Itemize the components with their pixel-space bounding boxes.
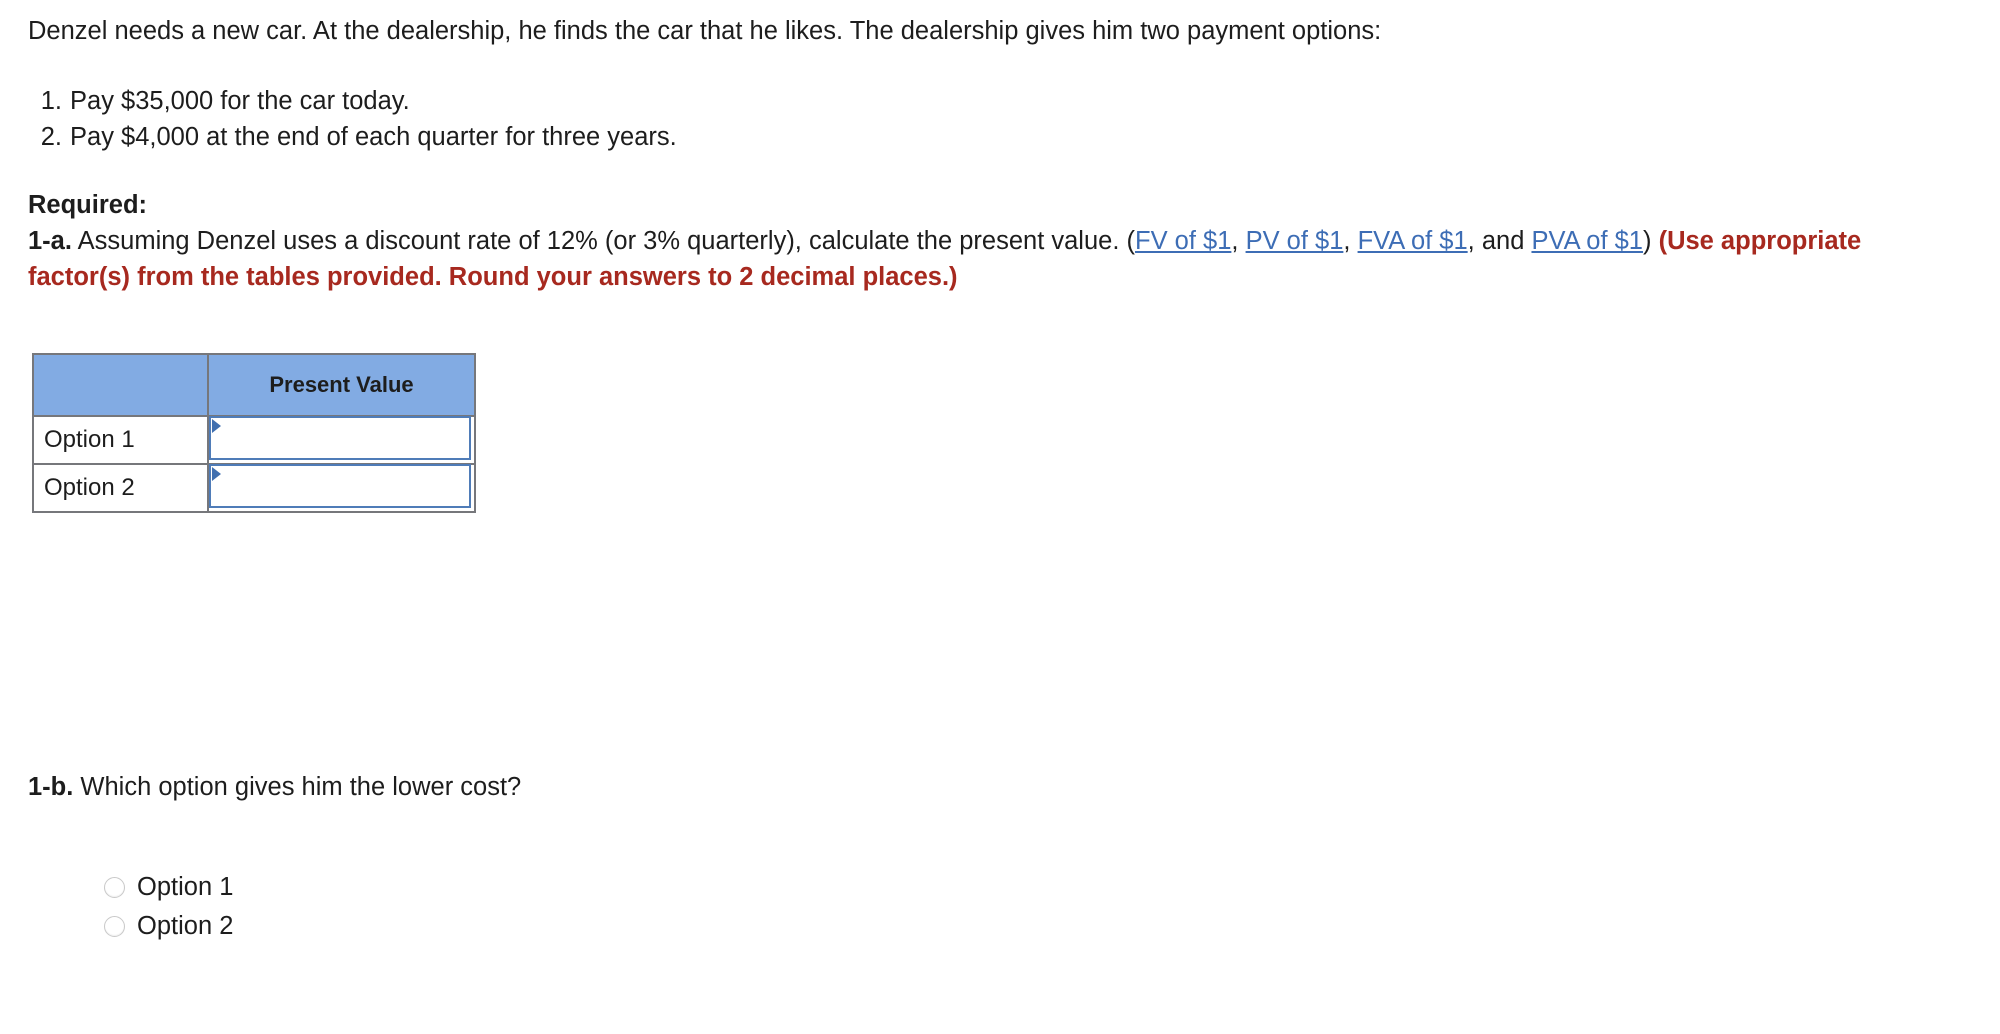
- part-a-label: 1-a.: [28, 227, 72, 255]
- link-separator: ,: [1343, 227, 1358, 255]
- link-separator: , and: [1467, 227, 1532, 255]
- radio-option-1-label: Option 1: [137, 873, 234, 901]
- radio-option-2-label: Option 2: [137, 912, 234, 940]
- present-value-cell-option-2[interactable]: [207, 463, 476, 513]
- part-b-label: 1-b.: [28, 773, 74, 801]
- part-b-text: Which option gives him the lower cost?: [73, 773, 522, 801]
- table-header-row: Present Value: [32, 353, 476, 417]
- payment-options-list: 1. Pay $35,000 for the car today. 2. Pay $…: [28, 83, 677, 155]
- radio-option-1[interactable]: Option 1: [104, 868, 233, 907]
- link-separator: ,: [1231, 227, 1246, 255]
- link-pva-of-1[interactable]: PVA of $1: [1531, 227, 1643, 255]
- radio-circle-icon[interactable]: [104, 877, 125, 898]
- list-item-number: 2.: [40, 123, 62, 151]
- part-a-text-tail: ): [1643, 227, 1659, 255]
- link-fva-of-1[interactable]: FVA of $1: [1358, 227, 1468, 255]
- list-item-number: 1.: [40, 87, 62, 115]
- present-value-answer-table: Present Value Option 1 Option 2: [32, 353, 476, 513]
- list-item: 2. Pay $4,000 at the end of each quarter …: [28, 119, 677, 155]
- present-value-input-option-2[interactable]: [209, 464, 471, 508]
- required-heading: Required:: [28, 191, 148, 219]
- list-item-text: Pay $35,000 for the car today.: [70, 87, 410, 115]
- list-item-text: Pay $4,000 at the end of each quarter fo…: [70, 123, 677, 151]
- part-a-text: Assuming Denzel uses a discount rate of …: [71, 227, 1135, 255]
- question-page: Denzel needs a new car. At the dealershi…: [0, 0, 2000, 1034]
- table-header-blank: [32, 353, 209, 417]
- part-b-radio-group: Option 1 Option 2: [104, 868, 233, 946]
- link-fv-of-1[interactable]: FV of $1: [1135, 227, 1231, 255]
- list-item: 1. Pay $35,000 for the car today.: [28, 83, 677, 119]
- question-intro-text: Denzel needs a new car. At the dealershi…: [28, 17, 1382, 45]
- required-section: Required: 1-a. Assuming Denzel uses a dis…: [28, 187, 1958, 295]
- table-header-present-value: Present Value: [207, 353, 476, 417]
- link-pv-of-1[interactable]: PV of $1: [1246, 227, 1344, 255]
- radio-option-2[interactable]: Option 2: [104, 907, 233, 946]
- radio-circle-icon[interactable]: [104, 916, 125, 937]
- row-label-option-1: Option 1: [32, 415, 209, 465]
- row-label-option-2: Option 2: [32, 463, 209, 513]
- part-b-question: 1-b. Which option gives him the lower co…: [28, 770, 521, 804]
- table-row: Option 2: [32, 463, 476, 513]
- table-row: Option 1: [32, 415, 476, 465]
- present-value-cell-option-1[interactable]: [207, 415, 476, 465]
- present-value-input-option-1[interactable]: [209, 416, 471, 460]
